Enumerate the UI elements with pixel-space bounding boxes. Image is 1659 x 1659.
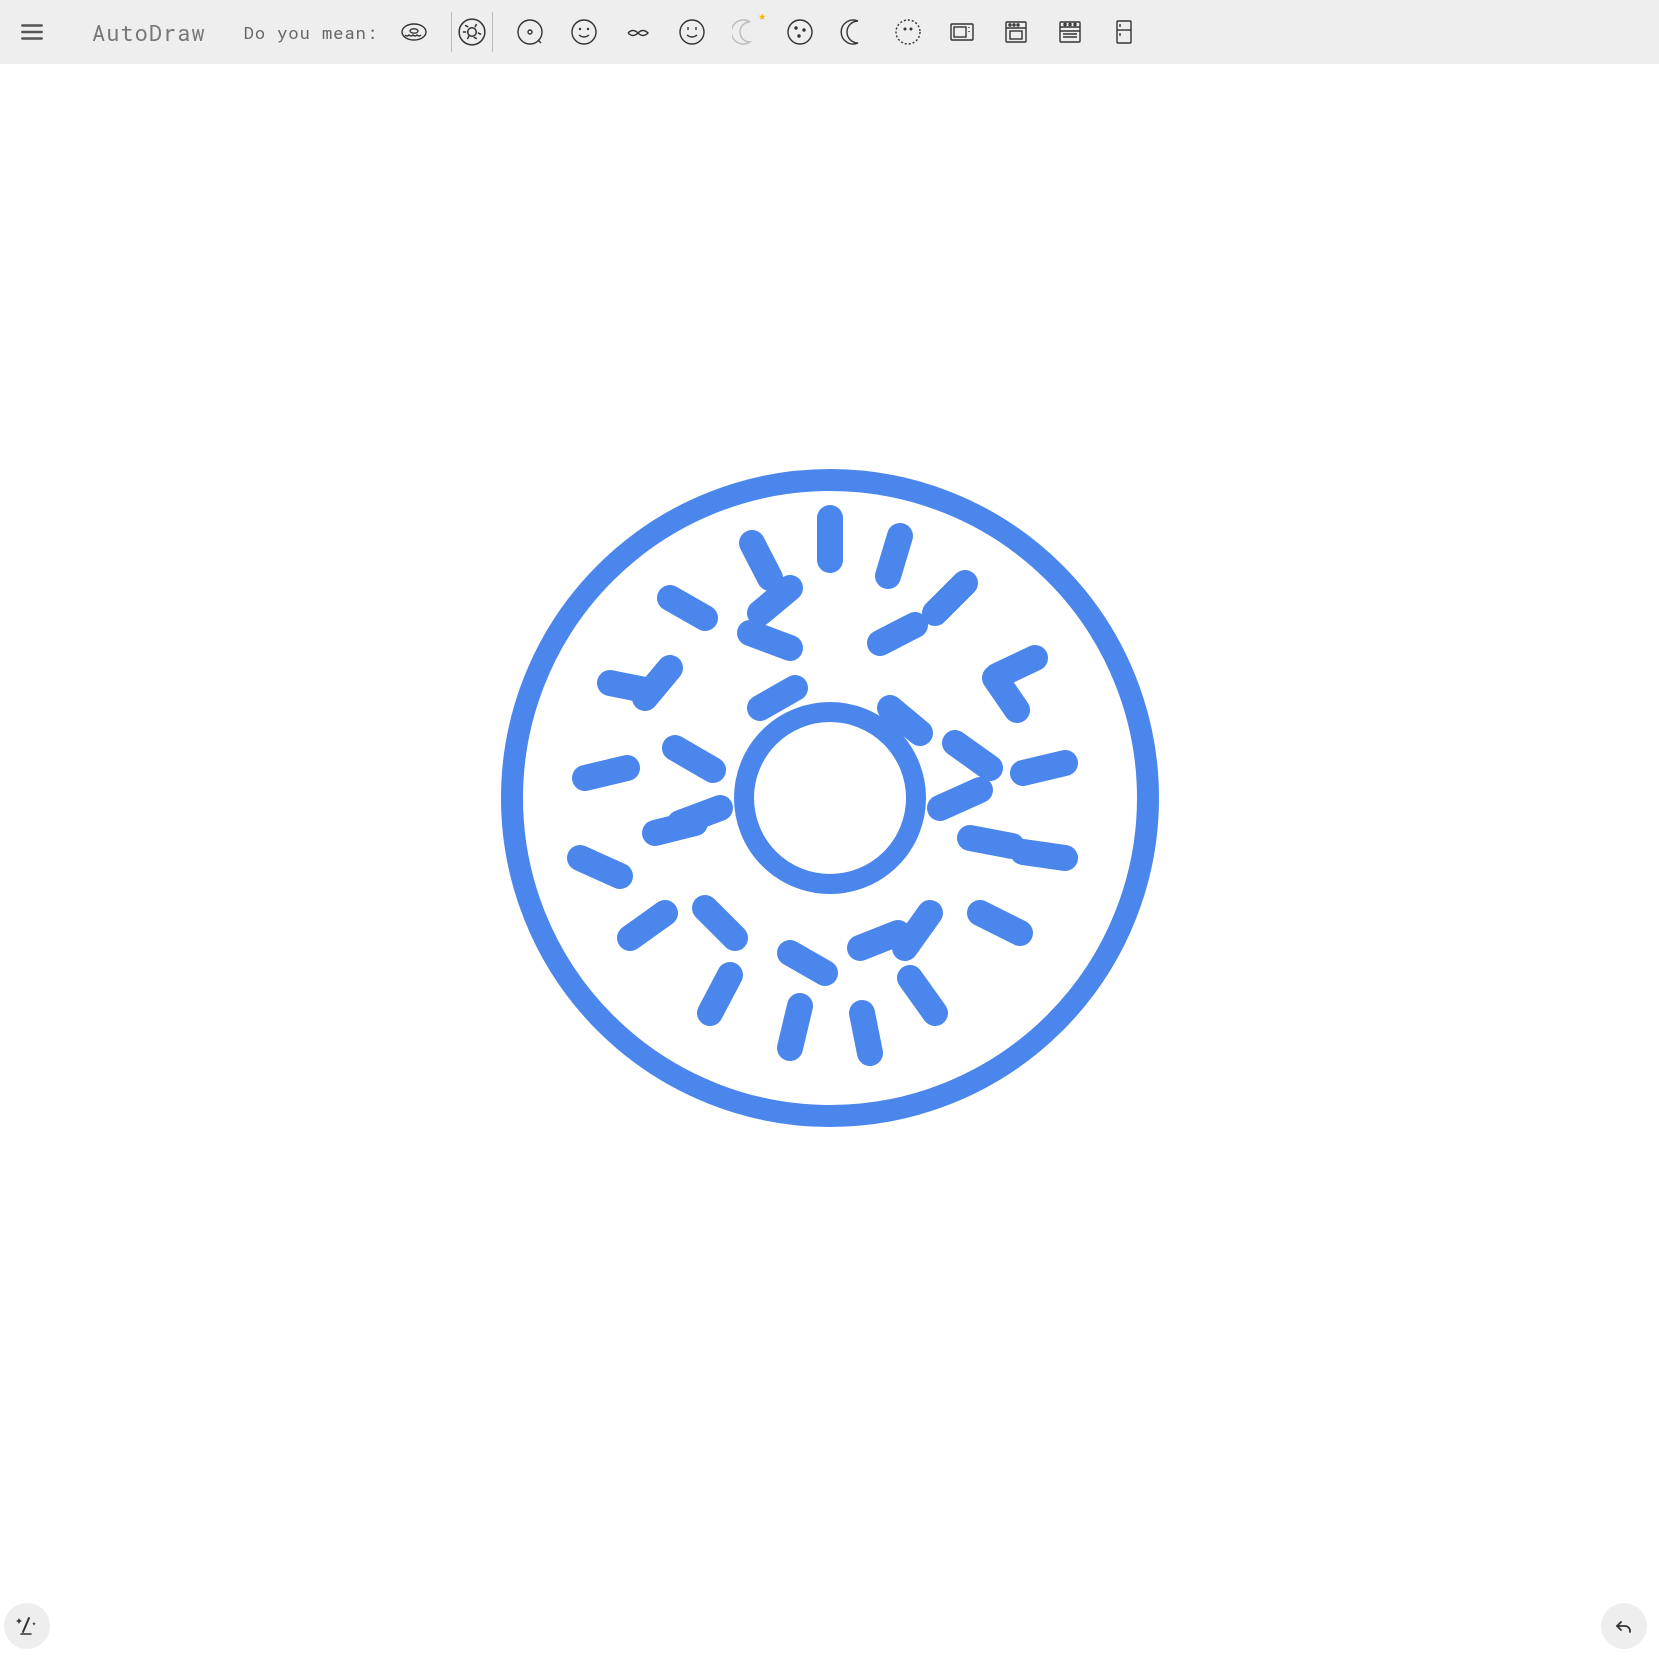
suggestion-prompt: Do you mean: (244, 21, 378, 44)
cookie-icon (786, 18, 814, 46)
suggestion-smile[interactable] (568, 16, 600, 48)
drawing-canvas[interactable] (0, 64, 1659, 1659)
suggestion-moon[interactable]: ★ (730, 16, 762, 48)
suggestion-microwave[interactable] (946, 16, 978, 48)
suggestion-cookie[interactable] (784, 16, 816, 48)
toolbar: AutoDraw Do you mean: ★ (0, 0, 1659, 64)
fridge-icon (1110, 18, 1138, 46)
grin-icon (678, 18, 706, 46)
cd-icon (516, 18, 544, 46)
suggestion-donut-simple[interactable] (398, 16, 430, 48)
crescent-icon (840, 18, 868, 46)
oven-icon (1002, 18, 1030, 46)
menu-button[interactable] (12, 12, 52, 52)
hamburger-icon (19, 19, 45, 45)
donut-icon (400, 18, 428, 46)
suggestion-donut-sprinkle[interactable] (452, 12, 492, 52)
moon-icon (732, 18, 760, 46)
smile-icon (570, 18, 598, 46)
undo-button[interactable] (1601, 1603, 1647, 1649)
canvas-drawing (490, 458, 1170, 1138)
suggestion-crescent[interactable] (838, 16, 870, 48)
stove-icon (1056, 18, 1084, 46)
suggestion-stove[interactable] (1054, 16, 1086, 48)
magic-pen-icon (15, 1614, 39, 1638)
moustache-icon (624, 18, 652, 46)
autodraw-tool-button[interactable] (4, 1603, 50, 1649)
app-title: AutoDraw (92, 18, 206, 47)
donut-sprinkle-icon (457, 17, 487, 47)
suggestion-fridge[interactable] (1108, 16, 1140, 48)
suggestion-strip: ★ (398, 12, 1647, 52)
face-icon (894, 18, 922, 46)
suggestion-face[interactable] (892, 16, 924, 48)
suggestion-grin[interactable] (676, 16, 708, 48)
star-icon: ★ (758, 12, 766, 24)
suggestion-oven[interactable] (1000, 16, 1032, 48)
suggestion-cd[interactable] (514, 16, 546, 48)
microwave-icon (948, 18, 976, 46)
suggestion-moustache[interactable] (622, 16, 654, 48)
undo-icon (1612, 1614, 1636, 1638)
